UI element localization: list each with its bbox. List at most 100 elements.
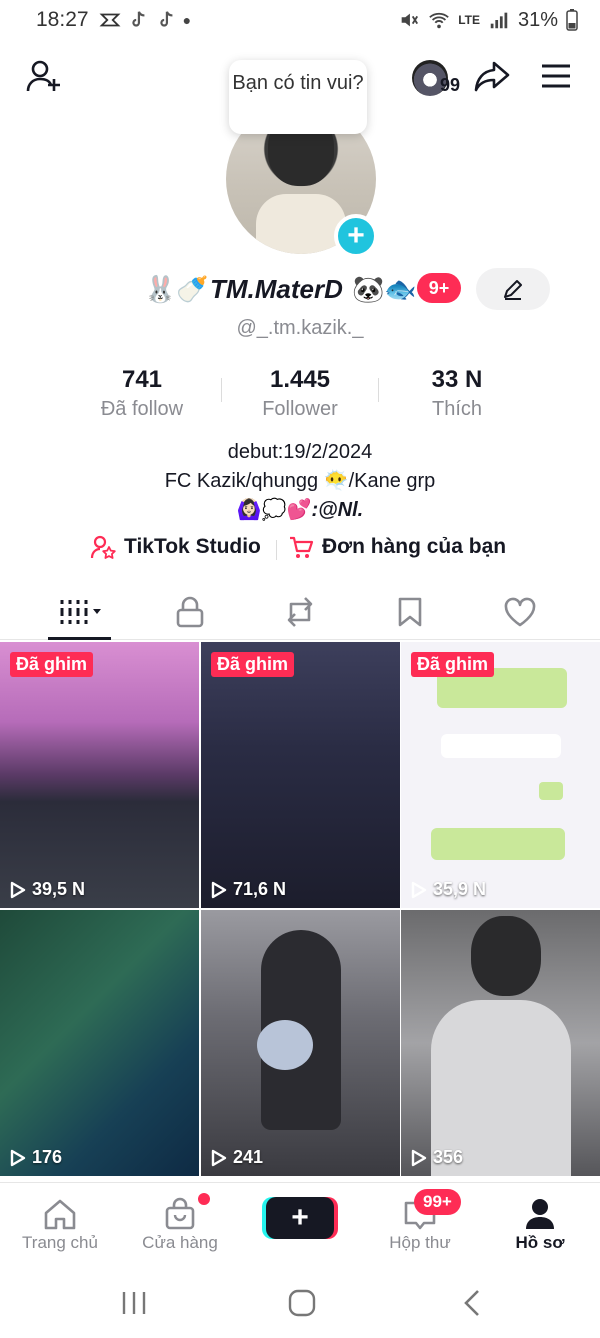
status-notification-icons: ● [99, 9, 191, 31]
stat-label: Đã follow [100, 398, 184, 420]
orders-link[interactable]: Đơn hàng của bạn [288, 534, 506, 560]
network-type: LTE [458, 13, 480, 27]
wifi-icon [429, 12, 449, 29]
video-views: 356 [411, 1147, 463, 1168]
tab-reposts[interactable] [240, 584, 360, 640]
play-icon [411, 1149, 427, 1166]
create-video-button[interactable]: + [266, 1197, 334, 1239]
friends-count: 99 [440, 75, 461, 95]
profile-icon [526, 1199, 554, 1229]
chat-bubble-graphic [431, 828, 565, 860]
nav-label: Cửa hàng [142, 1233, 218, 1252]
tab-videos[interactable] [20, 584, 140, 640]
video-thumbnail[interactable]: 176 [0, 910, 199, 1176]
stat-likes[interactable]: 33 N Thích [377, 366, 537, 421]
view-count: 71,6 N [233, 879, 287, 899]
view-count: 241 [233, 1147, 264, 1167]
status-time: 18:27 [36, 8, 89, 31]
story-prompt-bubble[interactable]: Bạn có tin vui? [229, 60, 367, 134]
plus-icon: + [347, 219, 365, 252]
back-chevron-icon [464, 1290, 479, 1316]
view-count: 35,9 N [433, 879, 487, 899]
stat-following[interactable]: 741 Đã follow [62, 366, 222, 421]
play-icon [211, 1149, 227, 1166]
stat-value: 1.445 [269, 366, 331, 393]
back-button[interactable] [452, 1286, 492, 1320]
tiktok-studio-link[interactable]: TikTok Studio [90, 534, 261, 560]
profile-stats: 741 Đã follow 1.445 Follower 33 N Thích [0, 366, 600, 426]
chat-bubble-graphic [441, 734, 561, 758]
status-bar: 18:27 ● LTE 31% [0, 0, 600, 40]
hair-graphic [471, 916, 541, 996]
recent-apps-button[interactable] [114, 1286, 154, 1320]
plus-icon: + [291, 1201, 309, 1234]
share-icon [474, 61, 510, 92]
pencil-icon [504, 280, 522, 300]
signal-icon [490, 12, 508, 29]
chat-bubble-graphic [539, 782, 563, 800]
recent-apps-icon [122, 1292, 146, 1314]
edit-profile-button[interactable] [476, 268, 550, 310]
share-profile-button[interactable] [470, 54, 514, 98]
video-views: 241 [211, 1147, 263, 1168]
stat-followers[interactable]: 1.445 Follower [220, 366, 380, 421]
bottom-navigation: Trang chủ Cửa hàng + Hộp thư 99+ Hồ sơ [0, 1182, 600, 1268]
add-friend-button[interactable] [22, 54, 66, 98]
notification-badge[interactable]: 9+ [417, 273, 461, 303]
home-icon [44, 1199, 76, 1230]
video-thumbnail[interactable]: Đã ghim 35,9 N [401, 642, 600, 908]
menu-button[interactable] [534, 54, 578, 98]
video-thumbnail[interactable]: 241 [201, 910, 400, 1176]
tab-favorites[interactable] [350, 584, 470, 640]
more-notifications-dot-icon: ● [182, 12, 192, 28]
video-views: 39,5 N [10, 879, 85, 900]
video-views: 71,6 N [211, 879, 286, 900]
heart-icon [504, 597, 536, 627]
bio-emoji: 🙆🏻‍♀️💭💕 [236, 499, 312, 521]
play-icon [10, 881, 26, 898]
bookmark-icon [398, 597, 422, 627]
content-tabs [0, 584, 600, 640]
view-count: 39,5 N [32, 879, 86, 899]
video-thumbnail[interactable]: Đã ghim 71,6 N [201, 642, 400, 908]
person-add-icon [26, 60, 60, 92]
flowers-graphic [257, 1020, 313, 1070]
video-thumbnail[interactable]: Đã ghim 39,5 N [0, 642, 199, 908]
bio-mention: :@Nl. [311, 499, 364, 521]
avatar-photo-figure [256, 194, 346, 254]
lock-icon [176, 596, 204, 628]
play-icon [411, 881, 427, 898]
tiktok-icon [131, 11, 145, 27]
profile-name: TM.MaterD [210, 274, 343, 304]
name-row: 🐰🍼 TM.MaterD 🐼🐟 9+ [0, 268, 600, 312]
tab-private[interactable] [130, 584, 250, 640]
play-icon [10, 1149, 26, 1166]
battery-icon [566, 9, 578, 31]
menu-icon [542, 64, 570, 88]
stat-label: Follower [262, 398, 338, 420]
nav-home[interactable]: Trang chủ [0, 1195, 120, 1253]
stat-value: 33 N [431, 366, 483, 393]
bio-line: debut:19/2/2024 [227, 441, 373, 463]
nav-label: Trang chủ [22, 1233, 98, 1252]
nav-profile[interactable]: Hồ sơ [480, 1195, 600, 1253]
nav-shop[interactable]: Cửa hàng [120, 1195, 240, 1253]
shopping-cart-icon [290, 536, 314, 558]
shopping-bag-icon [165, 1197, 195, 1230]
link-divider [276, 540, 277, 560]
stat-label: Thích [431, 398, 483, 420]
bio-line: 🙆🏻‍♀️💭💕:@Nl. [0, 496, 600, 525]
nav-label: Hồ sơ [515, 1233, 565, 1252]
pinned-badge: Đã ghim [10, 652, 94, 677]
home-system-button[interactable] [282, 1286, 322, 1320]
add-story-button[interactable]: + [334, 214, 378, 258]
status-right: LTE 31% [398, 9, 578, 32]
view-count: 176 [32, 1147, 63, 1167]
grid-icon [56, 600, 101, 624]
tab-liked[interactable] [460, 584, 580, 640]
video-thumbnail[interactable]: 356 [401, 910, 600, 1176]
nav-label: Hộp thư [389, 1233, 451, 1252]
active-tab-indicator [48, 637, 111, 640]
link-label: TikTok Studio [124, 535, 261, 558]
mute-icon [401, 13, 419, 27]
